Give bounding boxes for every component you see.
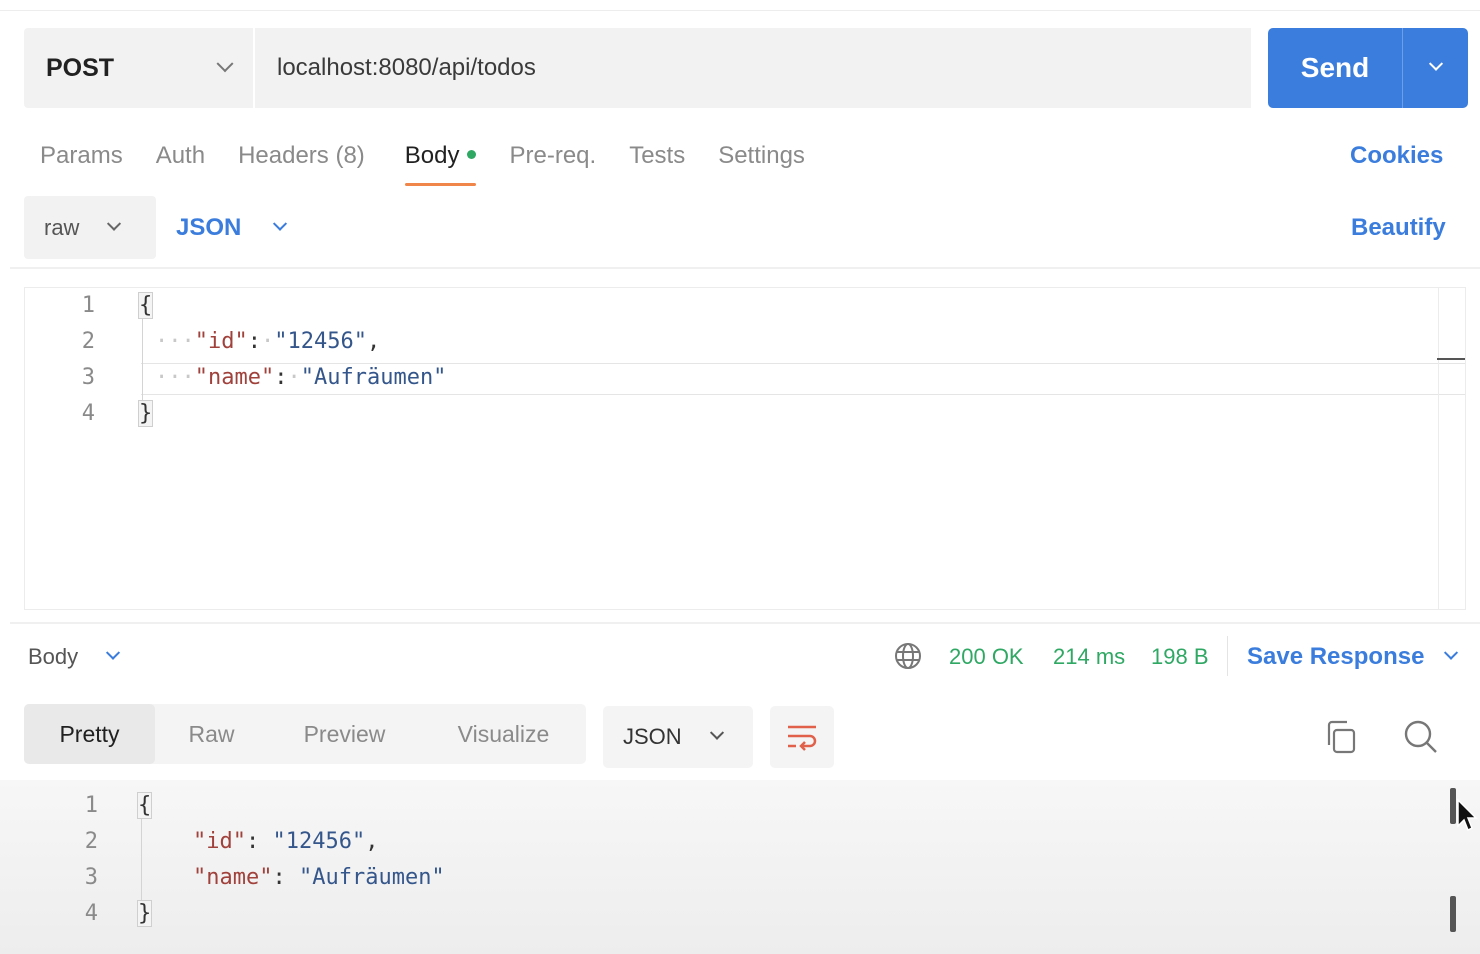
divider bbox=[10, 267, 1480, 269]
chevron-down-icon bbox=[1428, 56, 1443, 71]
method-select[interactable]: POST bbox=[24, 28, 255, 108]
tab-headers[interactable]: Headers (8) bbox=[238, 138, 365, 174]
send-button[interactable]: Send bbox=[1268, 28, 1403, 108]
line-number: 1 bbox=[81, 293, 95, 318]
response-format-label: JSON bbox=[623, 724, 682, 749]
chevron-down-icon bbox=[709, 725, 724, 740]
code-line: ···"id":·"12456", bbox=[155, 329, 381, 354]
divider bbox=[1227, 636, 1228, 676]
response-body-viewer[interactable]: 1 2 3 4 { "id": "12456", "name": "Aufräu… bbox=[0, 780, 1480, 954]
response-status[interactable]: 200 OK bbox=[949, 640, 1024, 674]
line-number: 1 bbox=[84, 793, 98, 818]
code-line: { bbox=[137, 292, 154, 319]
body-language-label: JSON bbox=[176, 213, 242, 241]
response-section-label: Body bbox=[28, 644, 79, 669]
tab-pre-request[interactable]: Pre-req. bbox=[509, 138, 596, 174]
wrap-lines-icon bbox=[788, 725, 817, 751]
divider bbox=[10, 622, 1480, 624]
tab-visualize[interactable]: Visualize bbox=[421, 704, 586, 764]
cookies-link[interactable]: Cookies bbox=[1350, 138, 1443, 174]
line-number: 4 bbox=[84, 901, 98, 926]
editor-scrollbar-marker bbox=[1437, 358, 1465, 360]
line-number: 3 bbox=[81, 365, 95, 390]
line-number: 4 bbox=[81, 401, 95, 426]
code-line: } bbox=[136, 900, 153, 927]
code-line: ···"name":·"Aufräumen" bbox=[155, 365, 447, 390]
tab-settings[interactable]: Settings bbox=[718, 138, 805, 174]
response-time[interactable]: 214 ms bbox=[1053, 640, 1125, 674]
code-line: "name": "Aufräumen" bbox=[193, 865, 445, 890]
line-number: 2 bbox=[84, 829, 98, 854]
tab-auth[interactable]: Auth bbox=[156, 138, 205, 174]
body-mode-label: raw bbox=[44, 214, 80, 240]
globe-icon[interactable] bbox=[893, 641, 923, 671]
tab-body[interactable]: Body bbox=[404, 138, 477, 186]
method-label: POST bbox=[46, 53, 115, 82]
response-view-tabs: Pretty Raw Preview Visualize bbox=[24, 704, 586, 764]
send-button-group: Send bbox=[1268, 28, 1468, 108]
tab-raw[interactable]: Raw bbox=[155, 704, 268, 764]
chevron-down-icon bbox=[106, 645, 121, 660]
body-indicator-dot bbox=[467, 150, 477, 160]
search-icon[interactable] bbox=[1401, 717, 1439, 755]
tab-tests[interactable]: Tests bbox=[629, 138, 685, 174]
save-response-button[interactable]: Save Response bbox=[1247, 640, 1459, 674]
code-line: "id": "12456", bbox=[193, 829, 379, 854]
request-tabs: Params Auth Headers (8) Body Pre-req. Te… bbox=[40, 138, 838, 186]
copy-icon[interactable] bbox=[1323, 719, 1359, 755]
chevron-down-icon bbox=[273, 216, 288, 231]
code-line: { bbox=[136, 792, 153, 819]
code-line: } bbox=[137, 400, 154, 427]
tab-pretty[interactable]: Pretty bbox=[24, 704, 155, 764]
tab-params[interactable]: Params bbox=[40, 138, 123, 174]
line-number: 2 bbox=[81, 329, 95, 354]
response-section-select[interactable]: Body bbox=[28, 640, 121, 674]
wrap-lines-button[interactable] bbox=[770, 706, 834, 768]
editor-scrollbar-track bbox=[1438, 288, 1439, 609]
mouse-cursor-icon bbox=[1457, 798, 1478, 832]
response-size[interactable]: 198 B bbox=[1151, 640, 1209, 674]
send-options-button[interactable] bbox=[1403, 28, 1468, 108]
request-url-bar: POST bbox=[24, 28, 1251, 108]
url-input[interactable] bbox=[255, 28, 1251, 108]
response-format-select[interactable]: JSON bbox=[603, 706, 753, 768]
top-divider bbox=[0, 10, 1480, 11]
body-mode-select[interactable]: raw bbox=[24, 196, 156, 259]
chevron-down-icon bbox=[1444, 645, 1459, 660]
chevron-down-icon bbox=[216, 55, 234, 73]
body-language-select[interactable]: JSON bbox=[176, 196, 288, 259]
line-number: 3 bbox=[84, 865, 98, 890]
response-scrollbar-thumb[interactable] bbox=[1450, 896, 1456, 932]
request-body-editor[interactable]: 1 2 3 4 { ···"id":·"12456", ···"name":·"… bbox=[24, 287, 1466, 610]
beautify-button[interactable]: Beautify bbox=[1351, 210, 1446, 246]
save-response-label: Save Response bbox=[1247, 643, 1425, 670]
tab-preview[interactable]: Preview bbox=[268, 704, 421, 764]
chevron-down-icon bbox=[107, 216, 122, 231]
